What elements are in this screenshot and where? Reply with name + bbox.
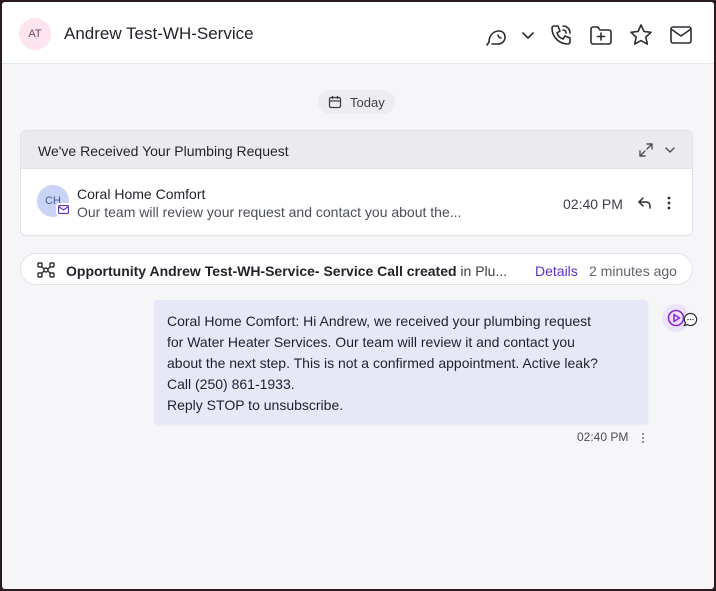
mail-icon[interactable] <box>668 22 694 48</box>
date-separator: Today <box>318 90 395 114</box>
conversation-header: AT Andrew Test-WH-Service <box>2 2 714 64</box>
chevron-down-icon[interactable] <box>662 142 678 158</box>
message-more-icon[interactable] <box>638 431 648 445</box>
details-link[interactable]: Details <box>535 263 578 279</box>
sender-name: Coral Home Comfort <box>77 186 206 202</box>
star-icon[interactable] <box>628 22 654 48</box>
message-line: for Water Heater Services. Our team will… <box>167 334 575 350</box>
email-time: 02:40 PM <box>563 196 623 212</box>
chevron-down-icon[interactable] <box>515 22 534 48</box>
conversation-panel: AT Andrew Test-WH-Service Today We've Re… <box>2 2 714 589</box>
phone-call-icon[interactable] <box>548 22 574 48</box>
activity-suffix: in Plu... <box>456 263 508 279</box>
message-line: Coral Home Comfort: Hi Andrew, we receiv… <box>167 313 592 329</box>
assign-user-icon[interactable] <box>484 22 510 48</box>
sms-chat-icon <box>682 311 699 328</box>
email-thread-header[interactable]: We've Received Your Plumbing Request <box>21 131 692 169</box>
activity-text: Opportunity Andrew Test-WH-Service- Serv… <box>66 263 507 279</box>
email-thread-card[interactable]: We've Received Your Plumbing Request CH <box>20 130 693 236</box>
opportunity-icon <box>37 262 55 278</box>
email-subject: We've Received Your Plumbing Request <box>38 143 289 159</box>
activity-title: Opportunity Andrew Test-WH-Service- Serv… <box>66 263 457 279</box>
message-line: Call (250) 861-1933. <box>167 376 295 392</box>
contact-name[interactable]: Andrew Test-WH-Service <box>64 24 254 44</box>
contact-avatar[interactable]: AT <box>19 18 51 50</box>
date-label: Today <box>350 94 385 110</box>
message-line: Reply STOP to unsubscribe. <box>167 397 344 413</box>
email-preview: Our team will review your request and co… <box>77 204 462 220</box>
email-channel-icon <box>56 203 71 216</box>
outbound-message-bubble[interactable]: Coral Home Comfort: Hi Andrew, we receiv… <box>154 300 648 424</box>
more-options-icon[interactable] <box>661 195 677 211</box>
activity-time: 2 minutes ago <box>589 263 677 279</box>
activity-event: Opportunity Andrew Test-WH-Service- Serv… <box>20 253 693 285</box>
email-message-row[interactable]: CH Coral Home Comfort Our team will revi… <box>21 169 692 235</box>
message-line: about the next step. This is not a confi… <box>167 355 598 371</box>
add-folder-icon[interactable] <box>588 22 614 48</box>
expand-icon[interactable] <box>638 142 654 158</box>
message-time: 02:40 PM <box>577 430 629 444</box>
calendar-icon <box>328 96 342 109</box>
reply-icon[interactable] <box>637 195 653 211</box>
